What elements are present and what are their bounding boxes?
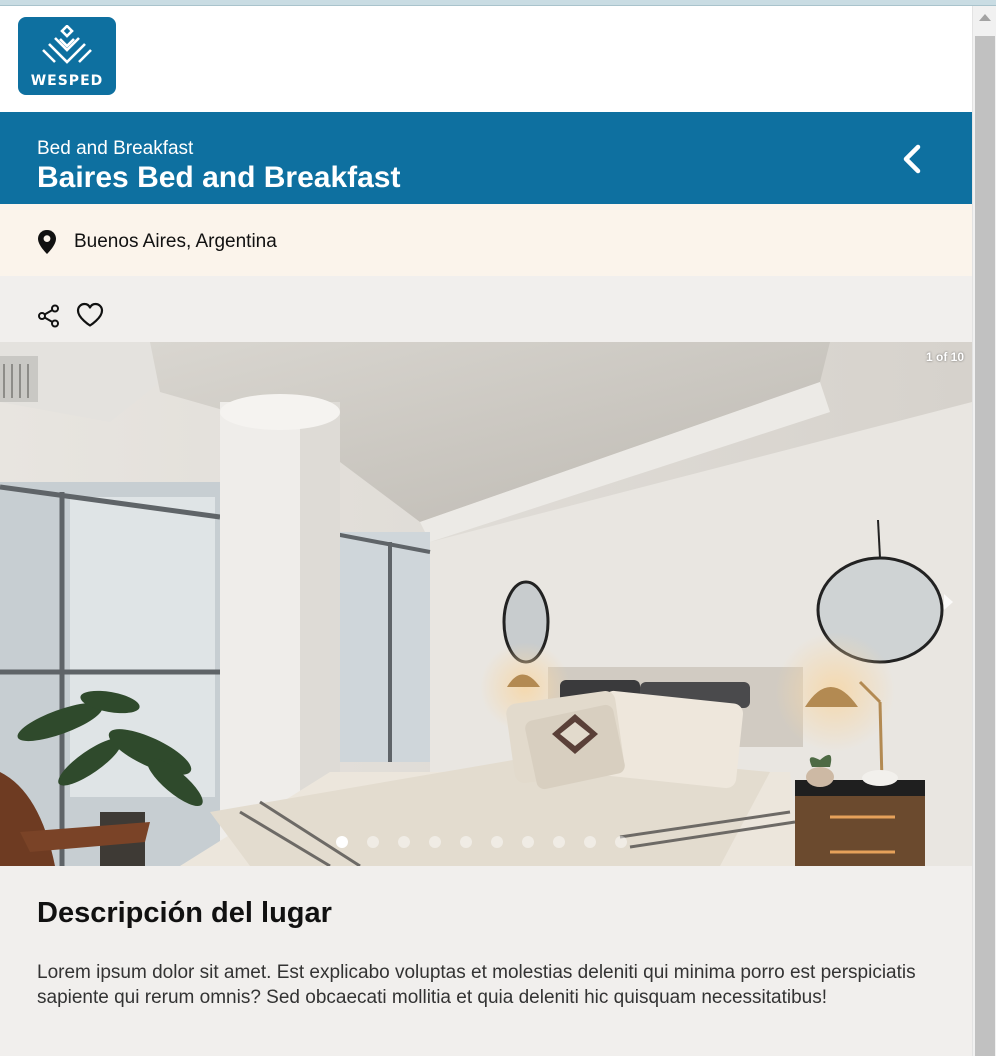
description-section: Descripción del lugar Lorem ipsum dolor … xyxy=(0,866,972,1056)
scroll-thumb[interactable] xyxy=(975,36,995,1056)
listing-header: Bed and Breakfast Baires Bed and Breakfa… xyxy=(0,112,972,204)
slide-counter: 1 of 10 xyxy=(925,350,964,364)
slide-dot-5[interactable] xyxy=(460,836,472,848)
share-icon[interactable] xyxy=(37,304,61,328)
heart-icon[interactable] xyxy=(76,302,104,328)
logo-text: WESPED xyxy=(30,73,104,89)
description-text: Lorem ipsum dolor sit amet. Est explicab… xyxy=(37,962,916,1008)
slide-dot-7[interactable] xyxy=(522,836,534,848)
slide-indicators xyxy=(336,836,627,848)
wesped-logo[interactable]: WESPED xyxy=(18,17,116,95)
location-text: Buenos Aires, Argentina xyxy=(74,231,277,252)
slide-dot-1[interactable] xyxy=(336,836,348,848)
photo-gallery[interactable]: 1 of 10 xyxy=(0,342,972,866)
description-heading: Descripción del lugar xyxy=(37,897,332,929)
back-button[interactable] xyxy=(896,142,930,176)
listing-title: Baires Bed and Breakfast xyxy=(37,161,401,194)
scroll-up-arrow-icon[interactable] xyxy=(979,14,991,21)
bedroom-photo xyxy=(0,342,972,866)
slide-dot-10[interactable] xyxy=(615,836,627,848)
next-slide-arrow-icon[interactable] xyxy=(944,594,953,610)
map-pin-icon xyxy=(38,230,56,254)
slide-dot-3[interactable] xyxy=(398,836,410,848)
chevron-left-icon xyxy=(903,144,921,174)
vertical-scrollbar[interactable] xyxy=(972,6,996,1056)
slide-dot-8[interactable] xyxy=(553,836,565,848)
logo-mark-icon xyxy=(42,25,92,64)
slide-dot-6[interactable] xyxy=(491,836,503,848)
location-bar: Buenos Aires, Argentina xyxy=(0,204,972,276)
slide-dot-9[interactable] xyxy=(584,836,596,848)
page-viewport: WESPED Bed and Breakfast Baires Bed and … xyxy=(0,6,972,1056)
slide-dot-2[interactable] xyxy=(367,836,379,848)
listing-category: Bed and Breakfast xyxy=(37,138,194,159)
actions-bar xyxy=(0,276,972,342)
logo-bar: WESPED xyxy=(0,6,972,112)
slide-dot-4[interactable] xyxy=(429,836,441,848)
